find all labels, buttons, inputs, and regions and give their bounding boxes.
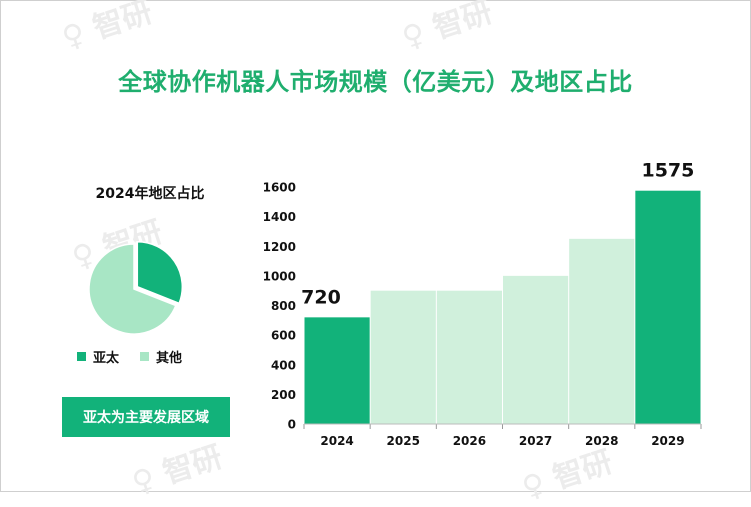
x-tick-label: 2026	[453, 434, 486, 448]
y-tick-label: 800	[271, 299, 296, 313]
y-tick-label: 0	[288, 418, 296, 432]
bar-2028	[569, 238, 635, 424]
y-tick-label: 1600	[263, 181, 296, 195]
y-tick-label: 1000	[263, 269, 296, 283]
x-tick-label: 2027	[519, 434, 552, 448]
x-tick-label: 2028	[585, 434, 618, 448]
y-tick-label: 1400	[263, 210, 296, 224]
bar-2025	[370, 290, 436, 424]
y-tick-label: 200	[271, 388, 296, 402]
x-tick-label: 2029	[651, 434, 684, 448]
bar-chart: 0 200 400 600 800 1000 1200 1400 1600 2024 720 2025…	[263, 160, 702, 448]
bar-2026	[436, 290, 502, 424]
bar-2029	[635, 190, 701, 424]
bar-2027	[503, 275, 569, 424]
data-label-2029: 1575	[641, 160, 694, 182]
y-tick-label: 400	[271, 358, 296, 372]
data-label-2024: 720	[301, 286, 341, 308]
y-tick-label: 1200	[263, 240, 296, 254]
y-tick-label: 600	[271, 329, 296, 343]
x-tick-label: 2025	[387, 434, 420, 448]
x-tick-label: 2024	[320, 434, 353, 448]
bar-2024	[304, 317, 370, 424]
